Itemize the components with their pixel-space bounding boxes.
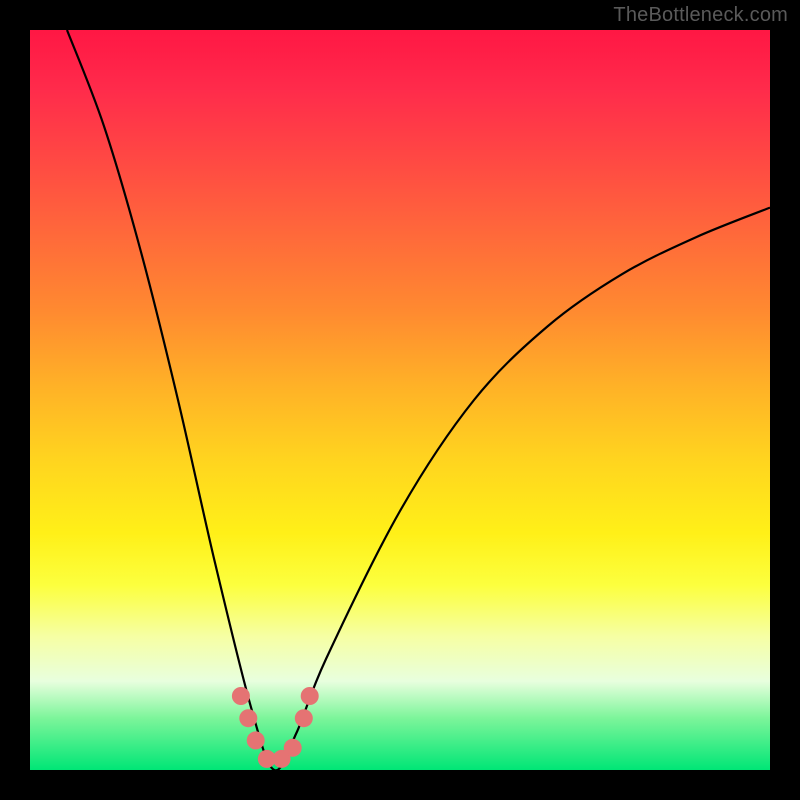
bottleneck-curve [67, 30, 770, 770]
chart-svg [30, 30, 770, 770]
chart-frame: TheBottleneck.com [0, 0, 800, 800]
curve-marker [301, 687, 319, 705]
watermark-text: TheBottleneck.com [613, 4, 788, 27]
curve-marker [232, 687, 250, 705]
curve-marker [247, 731, 265, 749]
marker-group [232, 687, 319, 768]
curve-marker [295, 709, 313, 727]
curve-marker [284, 739, 302, 757]
curve-marker [239, 709, 257, 727]
plot-area [30, 30, 770, 770]
